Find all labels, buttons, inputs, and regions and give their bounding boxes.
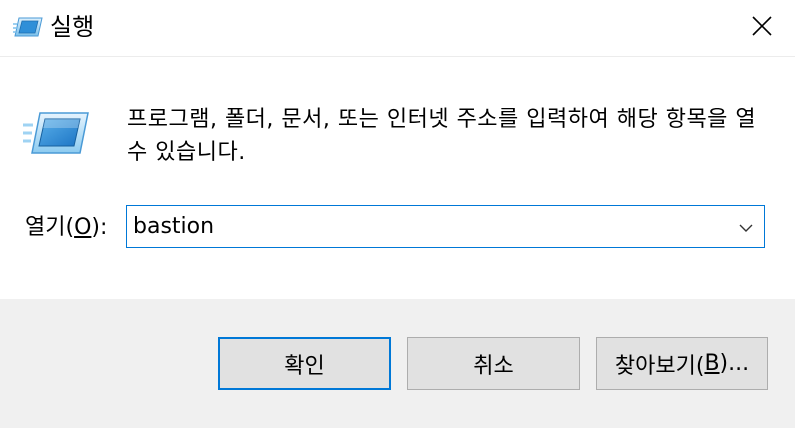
button-bar: 확인 취소 찾아보기(B)... <box>0 299 795 428</box>
open-label-suffix: ): <box>91 215 108 240</box>
open-input[interactable] <box>133 206 723 247</box>
run-dialog: 실행 프로그램, 폴더, 문서, 또는 인터넷 주소를 입력하여 해당 항목을 … <box>0 0 795 428</box>
instruction-text: 프로그램, 폴더, 문서, 또는 인터넷 주소를 입력하여 해당 항목을 열 수… <box>127 107 757 165</box>
run-icon <box>13 16 43 38</box>
dialog-body: 프로그램, 폴더, 문서, 또는 인터넷 주소를 입력하여 해당 항목을 열 수… <box>0 56 795 299</box>
open-label: 열기(O): <box>25 212 107 244</box>
open-combobox[interactable] <box>126 205 765 248</box>
cancel-button[interactable]: 취소 <box>407 337 580 390</box>
open-dropdown-button[interactable] <box>728 206 764 247</box>
open-label-mnemonic: O <box>74 215 92 240</box>
run-program-icon <box>23 111 89 155</box>
title-bar[interactable]: 실행 <box>0 0 795 54</box>
ok-button[interactable]: 확인 <box>218 337 391 390</box>
browse-label-prefix: 찾아보기( <box>614 353 705 379</box>
chevron-down-icon <box>739 217 753 236</box>
open-label-prefix: 열기( <box>25 215 75 240</box>
browse-button[interactable]: 찾아보기(B)... <box>596 337 768 390</box>
window-title: 실행 <box>50 13 95 41</box>
browse-label-suffix: )... <box>719 351 750 376</box>
browse-label-mnemonic: B <box>704 351 720 376</box>
close-button[interactable] <box>740 8 784 48</box>
close-icon <box>751 15 773 41</box>
